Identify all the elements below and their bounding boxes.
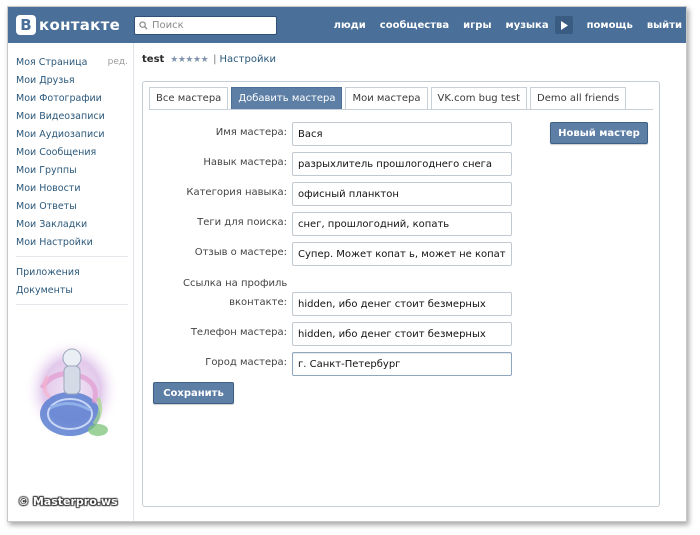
vk-logo[interactable]: В контакте xyxy=(16,15,120,35)
watermark: © Masterpro.ws xyxy=(18,495,118,508)
field-skill-category: Категория навыка: xyxy=(143,182,523,206)
search-icon xyxy=(139,21,148,30)
field-label: Категория навыка: xyxy=(186,187,287,198)
city-input[interactable] xyxy=(292,352,512,376)
tabs-divider xyxy=(149,109,653,110)
sidebar-item-label[interactable]: Документы xyxy=(16,285,73,296)
tab-all-masters[interactable]: Все мастера xyxy=(149,87,229,109)
sidebar-item-apps[interactable]: Приложения xyxy=(16,263,128,281)
sidebar-item-audio[interactable]: Мои Аудиозаписи xyxy=(16,125,128,143)
left-sidebar: Моя Страница ред. Мои Друзья Мои Фотогра… xyxy=(8,43,134,521)
review-input[interactable] xyxy=(292,242,512,266)
sidebar-item-label[interactable]: Моя Страница xyxy=(16,57,87,68)
nav-people[interactable]: люди xyxy=(334,20,366,31)
tab-add-master[interactable]: Добавить мастера xyxy=(231,87,343,109)
rating-stars: ★★★★★ xyxy=(170,54,209,65)
main-panel: Все мастера Добавить мастера Мои мастера… xyxy=(142,81,660,507)
sidebar-item-label[interactable]: Мои Фотографии xyxy=(16,93,102,104)
app-title[interactable]: test xyxy=(142,54,164,65)
tab-my-masters[interactable]: Мои мастера xyxy=(345,87,428,109)
edit-link[interactable]: ред. xyxy=(108,57,128,67)
sidebar-item-label[interactable]: Мои Видеозаписи xyxy=(16,111,105,122)
sidebar-item-groups[interactable]: Мои Группы xyxy=(16,161,128,179)
field-search-tags: Теги для поиска: xyxy=(143,212,523,236)
sidebar-item-settings[interactable]: Мои Настройки xyxy=(16,233,128,251)
sidebar-item-friends[interactable]: Мои Друзья xyxy=(16,71,128,89)
sidebar-item-bookmarks[interactable]: Мои Закладки xyxy=(16,215,128,233)
sidebar-item-answers[interactable]: Мои Ответы xyxy=(16,197,128,215)
sidebar-item-label[interactable]: Мои Сообщения xyxy=(16,147,96,158)
field-review: Отзыв о мастере: xyxy=(143,242,523,266)
divider xyxy=(16,304,128,305)
separator: | xyxy=(213,54,217,65)
field-label: Навык мастера: xyxy=(203,157,287,168)
field-master-name: Имя мастера: xyxy=(143,122,523,146)
top-header: В контакте люди сообщества игры музыка п… xyxy=(8,7,686,43)
sidebar-item-label[interactable]: Мои Закладки xyxy=(16,219,87,230)
skill-category-input[interactable] xyxy=(292,182,512,206)
field-phone: Телефон мастера: xyxy=(143,322,523,346)
sidebar-item-documents[interactable]: Документы xyxy=(16,281,128,299)
nav-logout[interactable]: выйти xyxy=(647,20,682,31)
field-vk-profile: вконтакте: xyxy=(143,292,523,316)
field-master-skill: Навык мастера: xyxy=(143,152,523,176)
sidebar-item-label[interactable]: Мои Группы xyxy=(16,165,77,176)
search-input[interactable] xyxy=(152,20,267,31)
tab-bar: Все мастера Добавить мастера Мои мастера… xyxy=(149,87,629,109)
sidebar-item-label[interactable]: Мои Аудиозаписи xyxy=(16,129,105,140)
sidebar-item-label[interactable]: Мои Друзья xyxy=(16,75,75,86)
nav-games[interactable]: игры xyxy=(463,20,491,31)
field-label: Телефон мастера: xyxy=(190,327,287,338)
breadcrumb: test ★★★★★ | Настройки xyxy=(142,54,276,65)
save-button[interactable]: Сохранить xyxy=(153,382,234,404)
field-label: Имя мастера: xyxy=(215,127,287,138)
sidebar-menu: Моя Страница ред. Мои Друзья Мои Фотогра… xyxy=(16,53,128,311)
sidebar-item-my-page[interactable]: Моя Страница ред. xyxy=(16,53,128,71)
divider xyxy=(16,256,128,257)
sidebar-item-label[interactable]: Приложения xyxy=(16,267,80,278)
decorative-illustration xyxy=(24,338,120,442)
field-label: Город мастера: xyxy=(205,357,287,368)
tab-demo-friends[interactable]: Demo all friends xyxy=(530,87,627,109)
play-icon xyxy=(560,20,568,30)
logo-text: контакте xyxy=(39,16,121,34)
vk-profile-input[interactable] xyxy=(292,292,512,316)
nav-help[interactable]: помощь xyxy=(587,20,633,31)
search-box[interactable] xyxy=(134,16,277,35)
settings-link[interactable]: Настройки xyxy=(220,54,276,65)
sidebar-item-label[interactable]: Мои Новости xyxy=(16,183,81,194)
sidebar-item-label[interactable]: Мои Настройки xyxy=(16,237,93,248)
field-label: вконтакте: xyxy=(229,297,287,308)
profile-link-heading: Ссылка на профиль xyxy=(183,278,288,289)
nav-music[interactable]: музыка xyxy=(506,20,549,31)
browser-frame: В контакте люди сообщества игры музыка п… xyxy=(7,6,687,522)
master-name-input[interactable] xyxy=(292,122,512,146)
sidebar-item-videos[interactable]: Мои Видеозаписи xyxy=(16,107,128,125)
field-city: Город мастера: xyxy=(143,352,523,376)
field-label: Теги для поиска: xyxy=(197,217,287,228)
new-master-button[interactable]: Новый мастер xyxy=(550,122,648,144)
sidebar-item-news[interactable]: Мои Новости xyxy=(16,179,128,197)
top-nav: люди сообщества игры музыка помощь выйти xyxy=(320,7,682,43)
nav-communities[interactable]: сообщества xyxy=(380,20,449,31)
sidebar-item-photos[interactable]: Мои Фотографии xyxy=(16,89,128,107)
play-button[interactable] xyxy=(554,16,573,34)
logo-badge: В xyxy=(16,15,36,35)
sidebar-item-messages[interactable]: Мои Сообщения xyxy=(16,143,128,161)
master-skill-input[interactable] xyxy=(292,152,512,176)
sidebar-item-label[interactable]: Мои Ответы xyxy=(16,201,77,212)
tab-bug-test[interactable]: VK.com bug test xyxy=(430,87,528,109)
phone-input[interactable] xyxy=(292,322,512,346)
field-label: Отзыв о мастере: xyxy=(194,247,287,258)
search-tags-input[interactable] xyxy=(292,212,512,236)
